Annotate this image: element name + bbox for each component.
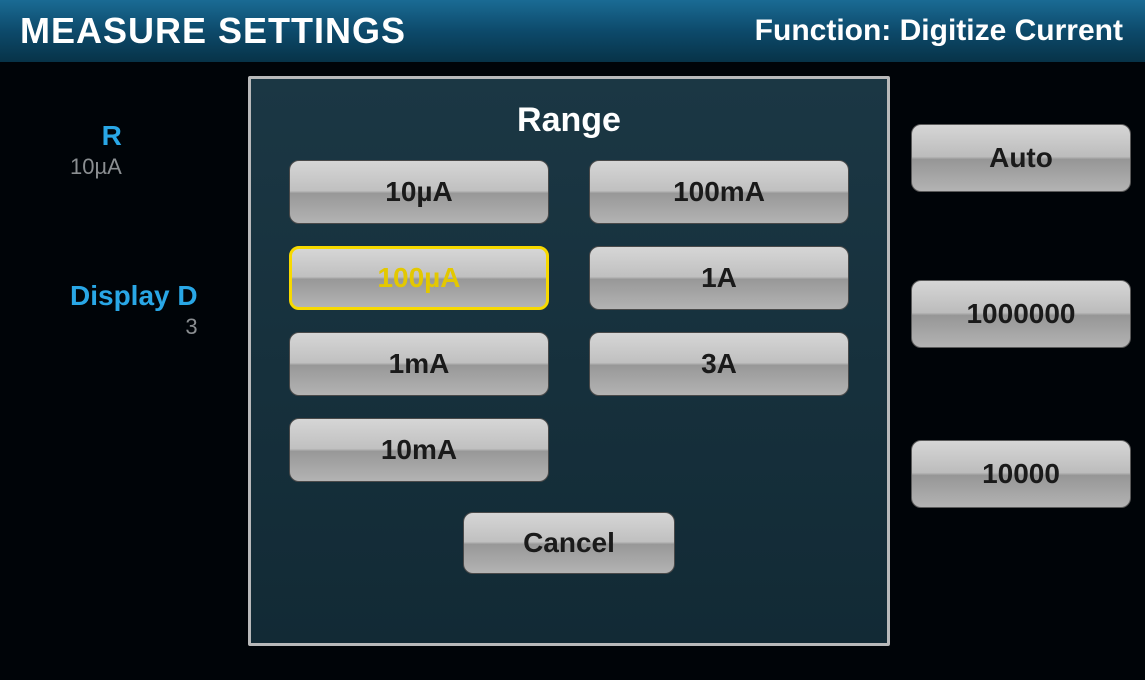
- dialog-title: Range: [517, 101, 621, 140]
- range-option-10ma[interactable]: 10mA: [289, 418, 549, 482]
- setting-range-label: R: [70, 120, 122, 152]
- page-title: MEASURE SETTINGS: [20, 10, 406, 52]
- range-option-1ma[interactable]: 1mA: [289, 332, 549, 396]
- range-option-100ua[interactable]: 100µA: [289, 246, 549, 310]
- range-option-10ua[interactable]: 10µA: [289, 160, 549, 224]
- setting-display-digits-row: Display D 3: [70, 280, 198, 340]
- header-bar: MEASURE SETTINGS Function: Digitize Curr…: [0, 0, 1145, 62]
- sample-rate-button[interactable]: 10000: [911, 440, 1131, 508]
- range-option-3a[interactable]: 3A: [589, 332, 849, 396]
- setting-display-digits-label: Display D: [70, 280, 198, 312]
- setting-range-value: 10µA: [70, 154, 122, 180]
- range-option-100ma[interactable]: 100mA: [589, 160, 849, 224]
- function-prefix: Function:: [755, 14, 900, 47]
- setting-range-row: R 10µA: [70, 120, 122, 180]
- range-option-1a[interactable]: 1A: [589, 246, 849, 310]
- range-option-grid: 10µA 100µA 1mA 10mA 100mA 1A 3A: [289, 160, 849, 482]
- count-button[interactable]: 1000000: [911, 280, 1131, 348]
- aperture-button[interactable]: Auto: [911, 124, 1131, 192]
- setting-display-digits-value: 3: [70, 314, 198, 340]
- function-indicator: Function: Digitize Current: [755, 14, 1123, 48]
- content-area: R 10µA Display D 3 Auto 1000000 10000 Ra…: [0, 62, 1145, 680]
- function-value: Digitize Current: [900, 14, 1123, 47]
- range-dialog: Range 10µA 100µA 1mA 10mA 100mA 1A 3A Ca…: [248, 76, 890, 646]
- cancel-button[interactable]: Cancel: [463, 512, 675, 574]
